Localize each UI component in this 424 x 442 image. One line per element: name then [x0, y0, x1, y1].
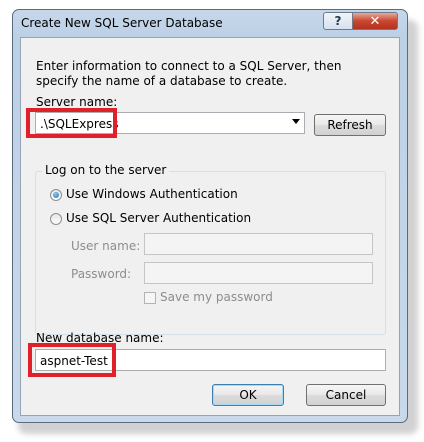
close-icon: ✕ — [369, 13, 381, 29]
dialog-content: Enter information to connect to a SQL Se… — [20, 37, 400, 416]
description-text: Enter information to connect to a SQL Se… — [36, 59, 342, 88]
save-password-label: Save my password — [160, 290, 273, 304]
password-label: Password: — [71, 267, 132, 281]
windows-auth-label[interactable]: Use Windows Authentication — [66, 187, 238, 201]
username-input[interactable] — [144, 233, 373, 255]
logon-legend: Log on to the server — [42, 163, 170, 177]
windows-auth-radio[interactable] — [50, 189, 62, 201]
question-icon: ? — [334, 14, 342, 28]
database-name-highlight — [28, 343, 116, 377]
password-input[interactable] — [144, 262, 373, 284]
help-button[interactable]: ? — [323, 12, 353, 30]
dialog-window: Create New SQL Server Database ? ✕ Enter… — [12, 9, 408, 423]
cancel-button[interactable]: Cancel — [306, 384, 386, 406]
chevron-down-icon[interactable] — [292, 119, 300, 124]
server-name-highlight — [26, 108, 117, 138]
refresh-button[interactable]: Refresh — [314, 114, 386, 136]
window-title: Create New SQL Server Database — [21, 16, 223, 30]
close-button[interactable]: ✕ — [352, 12, 398, 30]
sql-auth-radio[interactable] — [50, 213, 62, 225]
title-bar[interactable]: Create New SQL Server Database ? ✕ — [13, 10, 407, 36]
server-name-label: Server name: — [36, 95, 118, 109]
username-label: User name: — [71, 239, 141, 253]
save-password-checkbox[interactable] — [144, 292, 156, 304]
ok-button[interactable]: OK — [212, 384, 284, 406]
sql-auth-label[interactable]: Use SQL Server Authentication — [66, 211, 251, 225]
